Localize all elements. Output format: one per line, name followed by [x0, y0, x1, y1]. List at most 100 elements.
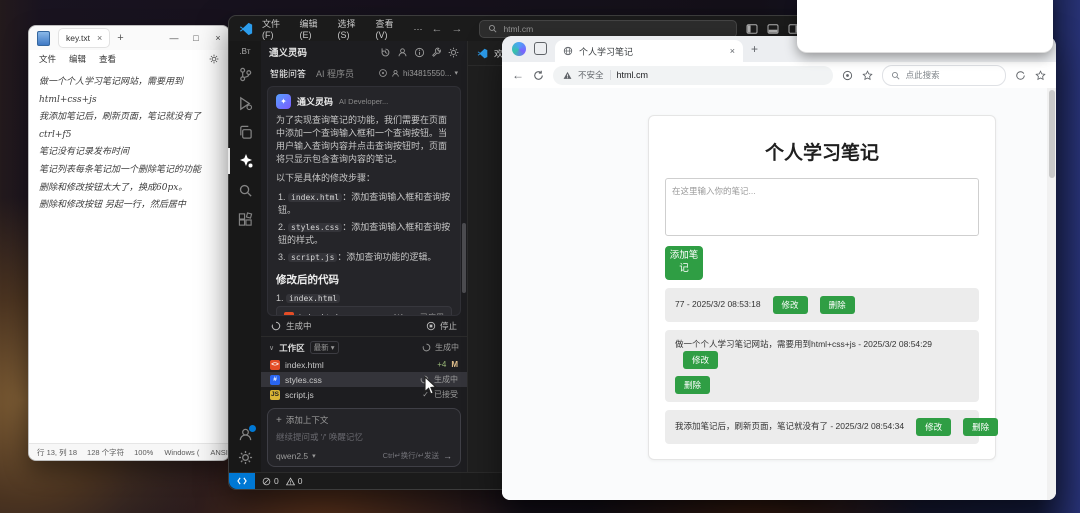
- menu-edit[interactable]: 编辑: [69, 53, 86, 65]
- menu-view[interactable]: 查看(V): [375, 17, 404, 40]
- notepad-file-icon: [37, 30, 50, 46]
- menu-file[interactable]: 文件: [39, 53, 56, 65]
- css-file-icon: #: [270, 374, 280, 385]
- manage-gear-icon[interactable]: [238, 450, 253, 465]
- chat-message-list[interactable]: ✦ 通义灵码 AI Developer... 为了实现查询笔记的功能，我们需要在…: [261, 83, 467, 336]
- gear-icon[interactable]: [209, 54, 219, 65]
- bookmark-star-icon[interactable]: [861, 69, 873, 81]
- model-selector[interactable]: qwen2.5: [276, 451, 308, 461]
- notepad-titlebar: key.txt × + — □ ×: [29, 26, 229, 50]
- file-card[interactable]: <> index.html 4/4✓已应用: [276, 306, 452, 315]
- note-text: 做一个个人学习笔记网站，需要用到html+css+js - 2025/3/2 0…: [675, 338, 932, 349]
- tab-smart-qa[interactable]: 智能问答: [270, 67, 306, 80]
- code-chip: index.html: [286, 294, 341, 303]
- stop-button[interactable]: 停止: [426, 320, 457, 332]
- notes-app-card: 个人学习笔记 添加笔记 77 - 2025/3/2 08:53:18 修改 删除…: [648, 115, 999, 460]
- errors-indicator[interactable]: 0: [262, 476, 279, 486]
- modified-badge: M: [451, 360, 458, 369]
- workspace-filter[interactable]: 最新 ▾: [309, 341, 339, 354]
- activity-top-label: .Bт: [239, 47, 251, 56]
- tab-close-icon[interactable]: ×: [730, 46, 735, 56]
- back-icon[interactable]: ←: [512, 68, 524, 82]
- extensions-icon[interactable]: [229, 206, 261, 232]
- source-control-icon[interactable]: [229, 61, 261, 87]
- globe-icon: [563, 46, 573, 56]
- workspace-row-index-html[interactable]: <> index.html +4 M: [261, 357, 467, 372]
- note-item: 77 - 2025/3/2 08:53:18 修改 删除: [665, 287, 979, 322]
- toggle-panel-icon[interactable]: [746, 23, 758, 34]
- tab-close-icon[interactable]: ×: [97, 33, 102, 43]
- encoding: ANSI: [210, 447, 228, 457]
- browser-logo-icon[interactable]: [512, 42, 526, 56]
- account-selector[interactable]: hi34815550... ▾: [378, 68, 458, 78]
- file-name: index.html: [285, 359, 324, 370]
- page-scrollbar[interactable]: [1047, 88, 1056, 500]
- file-item-label: 1. index.html: [276, 293, 452, 303]
- menu-edit[interactable]: 编辑(E): [300, 17, 329, 40]
- menu-view[interactable]: 查看: [99, 53, 116, 65]
- not-secure-icon: [563, 71, 572, 79]
- browser-tab[interactable]: 个人学习笔记 ×: [555, 40, 743, 62]
- menu-more-icon[interactable]: ···: [413, 24, 422, 34]
- delete-button[interactable]: 删除: [963, 418, 999, 437]
- sync-icon[interactable]: [1015, 70, 1026, 81]
- new-tab-icon[interactable]: +: [751, 42, 758, 56]
- wrench-icon[interactable]: [431, 47, 442, 58]
- warnings-indicator[interactable]: 0: [285, 476, 302, 486]
- assistant-avatar: ✦: [276, 94, 291, 109]
- refresh-icon[interactable]: [533, 70, 544, 81]
- edit-button[interactable]: 修改: [916, 418, 952, 437]
- feedback-icon[interactable]: [397, 47, 408, 58]
- copy-pages-icon[interactable]: [229, 119, 261, 145]
- search-icon[interactable]: [229, 177, 261, 203]
- edit-button[interactable]: 修改: [772, 295, 808, 314]
- add-note-button[interactable]: 添加笔记: [665, 246, 703, 280]
- tab-ai-programmer[interactable]: AI 程序员: [316, 67, 354, 80]
- security-label: 不安全: [578, 70, 604, 80]
- new-tab-icon[interactable]: +: [117, 32, 123, 44]
- stop-icon: [426, 321, 436, 331]
- file-number: 1.: [276, 293, 284, 303]
- notepad-tab[interactable]: key.txt ×: [58, 28, 111, 48]
- maximize-button[interactable]: □: [185, 33, 207, 43]
- close-button[interactable]: ×: [207, 33, 229, 43]
- info-icon[interactable]: [414, 47, 425, 58]
- file-name: styles.css: [285, 374, 322, 385]
- nav-forward-icon[interactable]: →: [451, 23, 462, 35]
- nav-back-icon[interactable]: ←: [431, 23, 442, 35]
- chat-scrollbar[interactable]: [462, 223, 466, 293]
- menu-file[interactable]: 文件(F): [262, 17, 291, 40]
- favorites-icon[interactable]: [1035, 69, 1046, 81]
- delete-button[interactable]: 删除: [675, 376, 711, 395]
- scrollbar-thumb[interactable]: [1049, 90, 1055, 178]
- command-center[interactable]: html.cm: [479, 19, 737, 38]
- step-number: 2.: [278, 222, 286, 232]
- chevron-down-icon: ▾: [454, 70, 458, 77]
- minimize-button[interactable]: —: [163, 33, 185, 43]
- browser-viewport: 个人学习笔记 添加笔记 77 - 2025/3/2 08:53:18 修改 删除…: [502, 88, 1056, 500]
- note-line: 做一个个人学习笔记网站，需要用到html+css+js: [39, 77, 184, 105]
- tongyi-lingma-icon[interactable]: [228, 148, 262, 174]
- expand-icon[interactable]: ∨: [269, 344, 274, 352]
- account-icon[interactable]: [238, 425, 256, 442]
- remote-indicator[interactable]: [229, 473, 255, 489]
- add-context-button[interactable]: 添加上下文: [286, 414, 329, 426]
- history-icon[interactable]: [380, 47, 391, 58]
- plus-icon[interactable]: +: [276, 415, 282, 426]
- address-bar[interactable]: 不安全 html.cm: [553, 65, 833, 85]
- chat-composer[interactable]: + 添加上下文 继续提问或 '/' 唤醒记忆 qwen2.5 ▾ Ctrl↵换行…: [267, 408, 461, 467]
- gear-icon[interactable]: [448, 47, 459, 58]
- menu-selection[interactable]: 选择(S): [337, 17, 366, 40]
- note-input[interactable]: [665, 178, 979, 236]
- code-chip: styles.css: [288, 223, 343, 232]
- quick-search-box[interactable]: 点此搜索: [881, 64, 1006, 86]
- delete-button[interactable]: 删除: [819, 295, 855, 314]
- toggle-sidebar-icon[interactable]: [767, 23, 779, 34]
- send-icon[interactable]: →: [443, 451, 452, 461]
- workspace-square-icon[interactable]: [534, 42, 547, 55]
- extension-icon[interactable]: [842, 70, 853, 81]
- run-debug-icon[interactable]: [229, 90, 261, 116]
- composer-placeholder[interactable]: 继续提问或 '/' 唤醒记忆: [276, 431, 452, 443]
- notepad-text-area[interactable]: 做一个个人学习笔记网站，需要用到html+css+js 我添加笔记后，刷新页面，…: [29, 70, 229, 444]
- edit-button[interactable]: 修改: [683, 351, 719, 370]
